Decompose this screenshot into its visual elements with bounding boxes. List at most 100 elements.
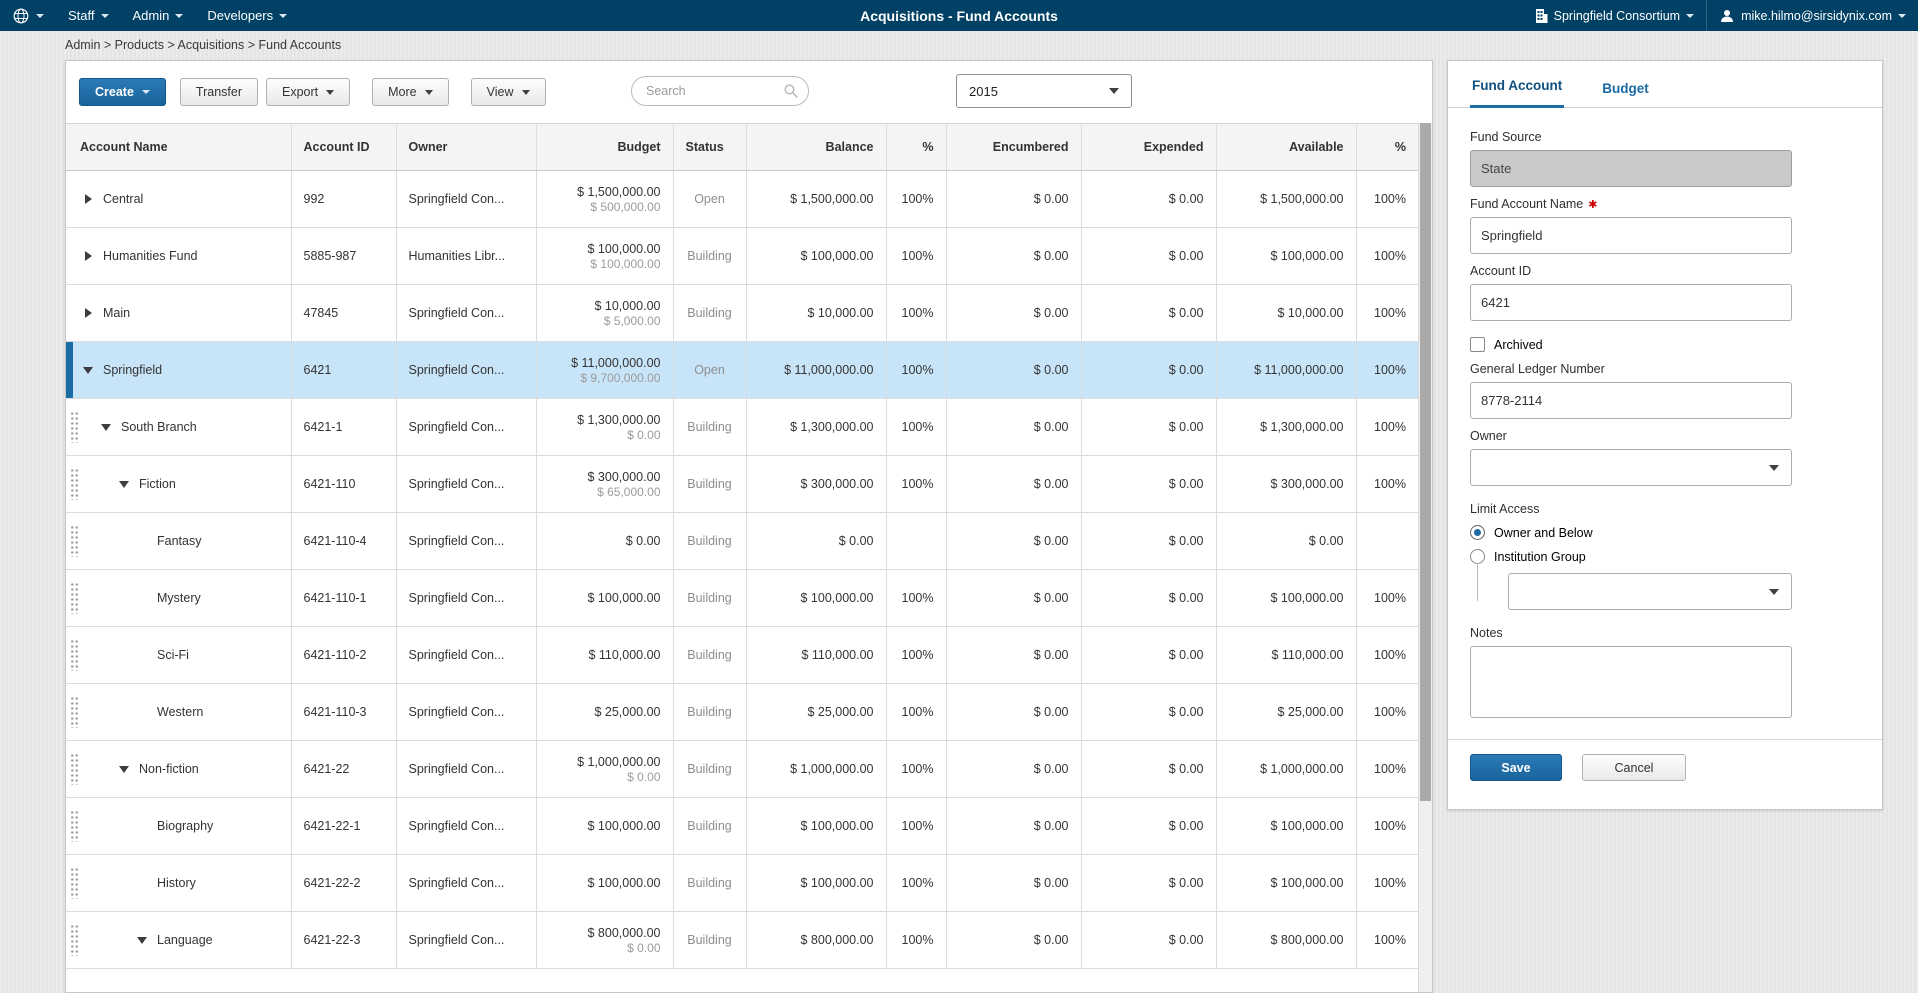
table-row-springfield[interactable]: Springfield6421Springfield Con...$ 11,00… <box>66 342 1418 399</box>
more-button[interactable]: More <box>372 78 448 106</box>
status-cell: Building <box>673 684 746 741</box>
table-row-non-fiction[interactable]: Non-fiction6421-22Springfield Con...$ 1,… <box>66 741 1418 798</box>
year-select[interactable]: 2015 <box>956 74 1132 108</box>
owner-cell: Springfield Con... <box>396 570 536 627</box>
status-cell: Building <box>673 285 746 342</box>
table-row-history[interactable]: History6421-22-2Springfield Con...$ 100,… <box>66 855 1418 912</box>
drag-handle-icon[interactable] <box>70 924 79 956</box>
view-button[interactable]: View <box>471 78 546 106</box>
owner-cell: Springfield Con... <box>396 285 536 342</box>
account-name-cell: Springfield <box>66 342 291 399</box>
balance-cell: $ 300,000.00 <box>746 456 886 513</box>
column-header-0[interactable]: Account Name <box>66 124 291 171</box>
user-menu[interactable]: mike.hilmo@sirsidynix.com <box>1706 0 1918 31</box>
expand-icon[interactable] <box>82 249 94 263</box>
save-button[interactable]: Save <box>1470 754 1562 781</box>
expand-icon[interactable] <box>82 192 94 206</box>
available-cell: $ 0.00 <box>1216 513 1356 570</box>
available-percent-cell: 100% <box>1356 684 1418 741</box>
limit-access-option-1[interactable]: Institution Group <box>1470 549 1860 564</box>
column-header-3[interactable]: Budget <box>536 124 673 171</box>
table-row-main[interactable]: Main47845Springfield Con...$ 10,000.00$ … <box>66 285 1418 342</box>
chevron-down-icon <box>425 90 433 95</box>
drag-handle-icon[interactable] <box>70 582 79 614</box>
consortium-menu[interactable]: Springfield Consortium <box>1523 0 1706 31</box>
column-header-4[interactable]: Status <box>673 124 746 171</box>
status-cell: Building <box>673 228 746 285</box>
expended-cell: $ 0.00 <box>1081 570 1216 627</box>
column-header-9[interactable]: Available <box>1216 124 1356 171</box>
archived-checkbox[interactable] <box>1470 337 1485 352</box>
drag-handle-icon[interactable] <box>70 411 79 443</box>
column-header-10[interactable]: % <box>1356 124 1418 171</box>
column-header-2[interactable]: Owner <box>396 124 536 171</box>
table-row-mystery[interactable]: Mystery6421-110-1Springfield Con...$ 100… <box>66 570 1418 627</box>
drag-handle-icon[interactable] <box>70 639 79 671</box>
scrollbar-track[interactable] <box>1418 123 1432 992</box>
drag-handle-icon[interactable] <box>70 525 79 557</box>
menu-staff[interactable]: Staff <box>56 0 121 31</box>
tab-fund-account[interactable]: Fund Account <box>1470 78 1564 108</box>
notes-textarea[interactable] <box>1470 646 1792 718</box>
account-id-input[interactable] <box>1470 284 1792 321</box>
drag-handle-icon[interactable] <box>70 696 79 728</box>
status-cell: Building <box>673 456 746 513</box>
table-row-fantasy[interactable]: Fantasy6421-110-4Springfield Con...$ 0.0… <box>66 513 1418 570</box>
menu-developers[interactable]: Developers <box>195 0 299 31</box>
general-ledger-number-input[interactable] <box>1470 382 1792 419</box>
radio-selected-icon[interactable] <box>1470 525 1485 540</box>
column-header-1[interactable]: Account ID <box>291 124 396 171</box>
table-row-sci-fi[interactable]: Sci-Fi6421-110-2Springfield Con...$ 110,… <box>66 627 1418 684</box>
scrollbar-thumb[interactable] <box>1420 123 1431 801</box>
balance-cell: $ 100,000.00 <box>746 798 886 855</box>
table-row-fiction[interactable]: Fiction6421-110Springfield Con...$ 300,0… <box>66 456 1418 513</box>
limit-access-option-0[interactable]: Owner and Below <box>1470 525 1860 540</box>
owner-select[interactable] <box>1470 449 1792 486</box>
transfer-button[interactable]: Transfer <box>180 78 258 106</box>
account-name-text: Sci-Fi <box>157 648 189 662</box>
account-name-cell: Language <box>66 912 291 969</box>
institution-group-select[interactable] <box>1508 573 1792 610</box>
available-percent-cell: 100% <box>1356 570 1418 627</box>
column-header-6[interactable]: % <box>886 124 946 171</box>
column-header-8[interactable]: Expended <box>1081 124 1216 171</box>
column-header-7[interactable]: Encumbered <box>946 124 1081 171</box>
account-name-cell: Sci-Fi <box>66 627 291 684</box>
global-menu[interactable] <box>0 0 56 31</box>
account-name-cell: Main <box>66 285 291 342</box>
drag-handle-icon[interactable] <box>70 753 79 785</box>
create-button[interactable]: Create <box>79 78 166 106</box>
collapse-icon[interactable] <box>136 933 148 947</box>
encumbered-cell: $ 0.00 <box>946 456 1081 513</box>
owner-cell: Humanities Libr... <box>396 228 536 285</box>
drag-handle-icon[interactable] <box>70 810 79 842</box>
chevron-down-icon <box>279 14 287 18</box>
table-row-central[interactable]: Central992Springfield Con...$ 1,500,000.… <box>66 171 1418 228</box>
archived-checkbox-row[interactable]: Archived <box>1470 337 1860 352</box>
account-name-cell: Non-fiction <box>66 741 291 798</box>
collapse-icon[interactable] <box>82 363 94 377</box>
drag-handle-icon[interactable] <box>70 867 79 899</box>
chevron-down-icon <box>1898 14 1906 18</box>
fund-account-name-input[interactable] <box>1470 217 1792 254</box>
tab-budget[interactable]: Budget <box>1600 81 1651 108</box>
status-cell: Open <box>673 171 746 228</box>
expand-icon[interactable] <box>82 306 94 320</box>
export-button[interactable]: Export <box>266 78 350 106</box>
account-name-cell: Biography <box>66 798 291 855</box>
column-header-5[interactable]: Balance <box>746 124 886 171</box>
table-row-language[interactable]: Language6421-22-3Springfield Con...$ 800… <box>66 912 1418 969</box>
cancel-button[interactable]: Cancel <box>1582 754 1686 781</box>
table-row-south-branch[interactable]: South Branch6421-1Springfield Con...$ 1,… <box>66 399 1418 456</box>
collapse-icon[interactable] <box>100 420 112 434</box>
budget-cell: $ 25,000.00 <box>536 684 673 741</box>
radio-unselected-icon[interactable] <box>1470 549 1485 564</box>
drag-handle-icon[interactable] <box>70 468 79 500</box>
table-row-western[interactable]: Western6421-110-3Springfield Con...$ 25,… <box>66 684 1418 741</box>
chevron-down-icon <box>175 14 183 18</box>
table-row-biography[interactable]: Biography6421-22-1Springfield Con...$ 10… <box>66 798 1418 855</box>
collapse-icon[interactable] <box>118 762 130 776</box>
table-row-humanities-fund[interactable]: Humanities Fund5885-987Humanities Libr..… <box>66 228 1418 285</box>
collapse-icon[interactable] <box>118 477 130 491</box>
menu-admin[interactable]: Admin <box>121 0 196 31</box>
